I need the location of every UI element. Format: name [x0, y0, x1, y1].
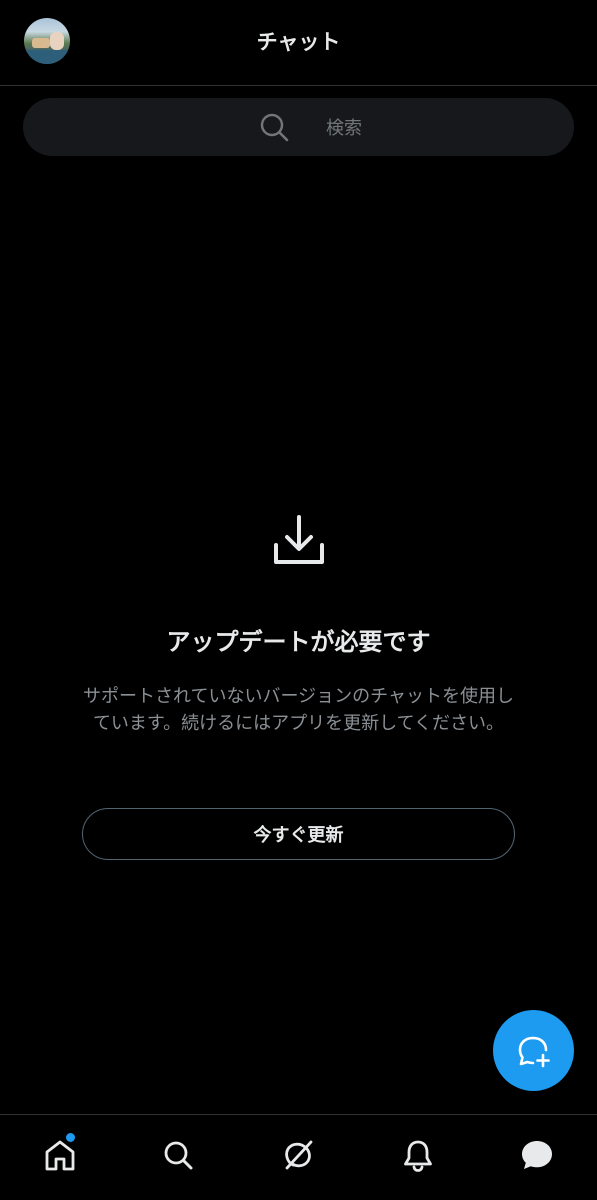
- home-icon: [45, 1140, 75, 1171]
- new-message-icon: [518, 1036, 550, 1067]
- bottom-navigation: [0, 1114, 597, 1200]
- nav-search[interactable]: [158, 1135, 198, 1175]
- grok-icon: [285, 1140, 313, 1170]
- search-icon: [164, 1141, 193, 1170]
- update-now-button[interactable]: 今すぐ更新: [82, 808, 515, 860]
- search-placeholder: 検索: [326, 118, 362, 139]
- notification-dot: [66, 1133, 75, 1142]
- nav-home[interactable]: [40, 1135, 80, 1175]
- page-title: チャット: [256, 30, 341, 54]
- chat-screen: チャット 検索 アップデートが必要です サポートされていないバージョンのチャット…: [0, 0, 597, 1200]
- nav-grok[interactable]: [278, 1135, 318, 1175]
- search-input[interactable]: 検索: [23, 98, 574, 156]
- nav-notifications[interactable]: [398, 1135, 438, 1175]
- top-bar: チャット: [0, 0, 597, 86]
- download-icon: [274, 515, 324, 564]
- search-icon: [260, 113, 289, 142]
- bell-icon: [404, 1140, 432, 1172]
- new-message-button[interactable]: [493, 1010, 574, 1091]
- nav-messages[interactable]: [517, 1135, 557, 1175]
- update-required-title: アップデートが必要です: [166, 628, 431, 656]
- message-icon: [522, 1141, 552, 1169]
- update-required-description: サポートされていないバージョンのチャットを使用しています。続けるにはアプリを更新…: [83, 686, 514, 734]
